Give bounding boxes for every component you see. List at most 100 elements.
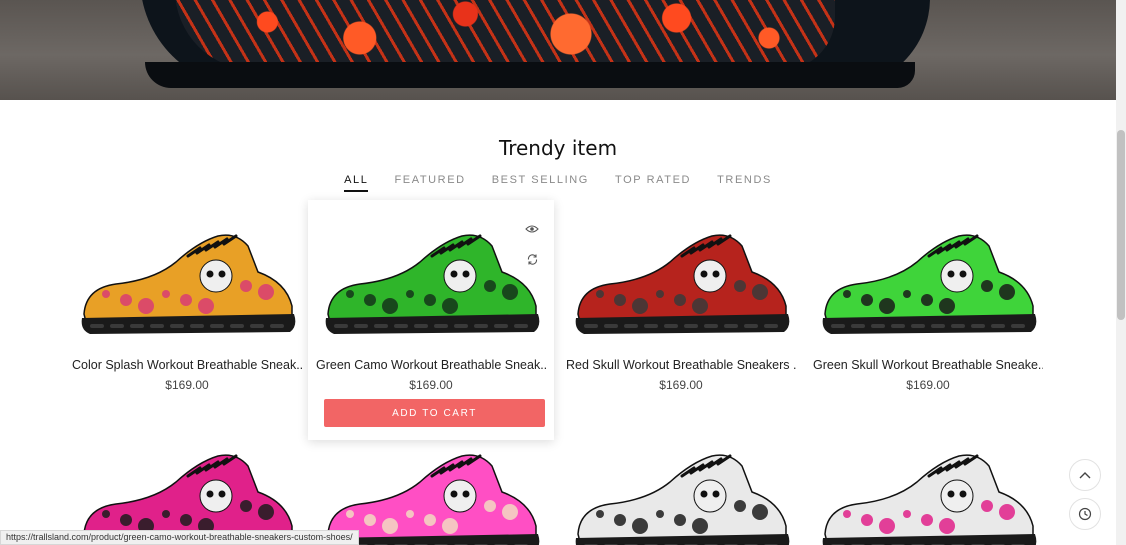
shoe-pattern-mark — [258, 504, 274, 520]
shoe-emblem — [693, 479, 727, 513]
shoe-pattern-mark — [981, 280, 993, 292]
sole-tread — [851, 324, 865, 328]
shoe-pattern-mark — [879, 298, 895, 314]
shoe-emblem — [443, 479, 477, 513]
product-price: $169.00 — [409, 378, 453, 392]
shoe-pattern-mark — [692, 298, 708, 314]
product-card-hovered[interactable]: Green Camo Workout Breathable Sneak... $… — [308, 200, 554, 440]
shoe-upper — [824, 454, 1034, 543]
product-price: $169.00 — [659, 378, 703, 392]
refresh-icon — [527, 253, 537, 265]
shoe-pattern-mark — [656, 510, 664, 518]
sole-tread — [90, 324, 104, 328]
product-name[interactable]: Green Camo Workout Breathable Sneak... — [316, 358, 546, 372]
shoe-pattern-mark — [752, 504, 768, 520]
shoe-emblem-eye — [206, 490, 214, 498]
sole-tread — [414, 324, 428, 328]
quick-view-button[interactable] — [519, 216, 545, 242]
tab-featured[interactable]: FEATURED — [394, 174, 465, 192]
product-image[interactable] — [817, 222, 1039, 342]
product-name[interactable]: Green Skull Workout Breathable Sneake... — [813, 358, 1043, 372]
shoe-pattern-mark — [138, 298, 154, 314]
product-card[interactable] — [558, 420, 804, 545]
shoe-emblem-eye — [206, 270, 214, 278]
shoe-pattern-mark — [240, 280, 252, 292]
sole-tread — [971, 324, 985, 328]
shoe-emblem-eye — [947, 270, 955, 278]
shoe-emblem-eye — [959, 490, 967, 498]
shoe-emblem — [443, 259, 477, 293]
shoe-upper — [327, 454, 537, 543]
shoe-emblem-eye — [700, 490, 708, 498]
page-scrollbar[interactable] — [1116, 0, 1126, 545]
shoe-pattern-mark — [364, 514, 376, 526]
product-card[interactable]: Green Skull Workout Breathable Sneake...… — [805, 200, 1051, 440]
shoe-emblem-eye — [462, 270, 470, 278]
product-card[interactable]: Red Skull Workout Breathable Sneakers ..… — [558, 200, 804, 440]
tab-top-rated[interactable]: TOP RATED — [615, 174, 691, 192]
shoe-pattern-mark — [442, 298, 458, 314]
shoe-pattern-mark — [879, 518, 895, 534]
sole-tread — [931, 324, 945, 328]
sole-tread — [891, 324, 905, 328]
shoe-pattern-mark — [903, 290, 911, 298]
product-name[interactable]: Red Skull Workout Breathable Sneakers ..… — [566, 358, 796, 372]
product-image[interactable] — [320, 222, 542, 342]
shoe-pattern-mark — [162, 290, 170, 298]
shoe-pattern-mark — [424, 294, 436, 306]
tab-best-selling[interactable]: BEST SELLING — [492, 174, 589, 192]
shoe-pattern-mark — [939, 518, 955, 534]
shoe-emblem-eye — [712, 490, 720, 498]
shoe-pattern-mark — [120, 294, 132, 306]
shoe-pattern-mark — [614, 514, 626, 526]
product-image[interactable] — [817, 442, 1039, 545]
sole-tread — [871, 324, 885, 328]
product-card[interactable] — [64, 420, 310, 545]
shoe-emblem-eye — [218, 490, 226, 498]
shoe-pattern-mark — [632, 298, 648, 314]
shoe-upper — [577, 454, 787, 543]
shoe-pattern-mark — [692, 518, 708, 534]
shoe-pattern-mark — [656, 290, 664, 298]
shoe-emblem — [693, 259, 727, 293]
shoe-pattern-mark — [861, 294, 873, 306]
product-card[interactable]: Color Splash Workout Breathable Sneak...… — [64, 200, 310, 440]
compare-button[interactable] — [519, 246, 545, 272]
tab-trends[interactable]: TRENDS — [717, 174, 772, 192]
shoe-emblem-eye — [462, 490, 470, 498]
product-image[interactable] — [570, 222, 792, 342]
hero-shoe-pattern — [175, 0, 835, 70]
shoe-pattern-mark — [240, 500, 252, 512]
hero-banner — [0, 0, 1116, 100]
product-card[interactable] — [308, 420, 554, 545]
sole-tread — [130, 324, 144, 328]
recently-viewed-button[interactable] — [1069, 498, 1101, 530]
sole-tread — [250, 324, 264, 328]
sole-tread — [110, 324, 124, 328]
shoe-pattern-mark — [162, 510, 170, 518]
shoe-upper — [327, 234, 537, 323]
tab-all[interactable]: ALL — [344, 174, 369, 192]
sole-tread — [764, 324, 778, 328]
scrollbar-thumb[interactable] — [1117, 130, 1125, 320]
sole-tread — [911, 324, 925, 328]
shoe-pattern-mark — [981, 500, 993, 512]
sole-tread — [270, 324, 284, 328]
shoe-pattern-mark — [843, 510, 851, 518]
sole-tread — [394, 324, 408, 328]
history-icon — [1078, 507, 1092, 521]
product-card[interactable] — [805, 420, 1051, 545]
shoe-pattern-mark — [442, 518, 458, 534]
sole-tread — [190, 324, 204, 328]
shoe-upper — [824, 234, 1034, 323]
product-image[interactable] — [570, 442, 792, 545]
sole-tread — [494, 324, 508, 328]
shoe-pattern-mark — [382, 298, 398, 314]
shoe-pattern-mark — [382, 518, 398, 534]
product-price: $169.00 — [165, 378, 209, 392]
product-name[interactable]: Color Splash Workout Breathable Sneak... — [72, 358, 302, 372]
product-image[interactable] — [76, 222, 298, 342]
back-to-top-button[interactable] — [1069, 459, 1101, 491]
shoe-pattern-mark — [102, 290, 110, 298]
sole-tread — [170, 324, 184, 328]
